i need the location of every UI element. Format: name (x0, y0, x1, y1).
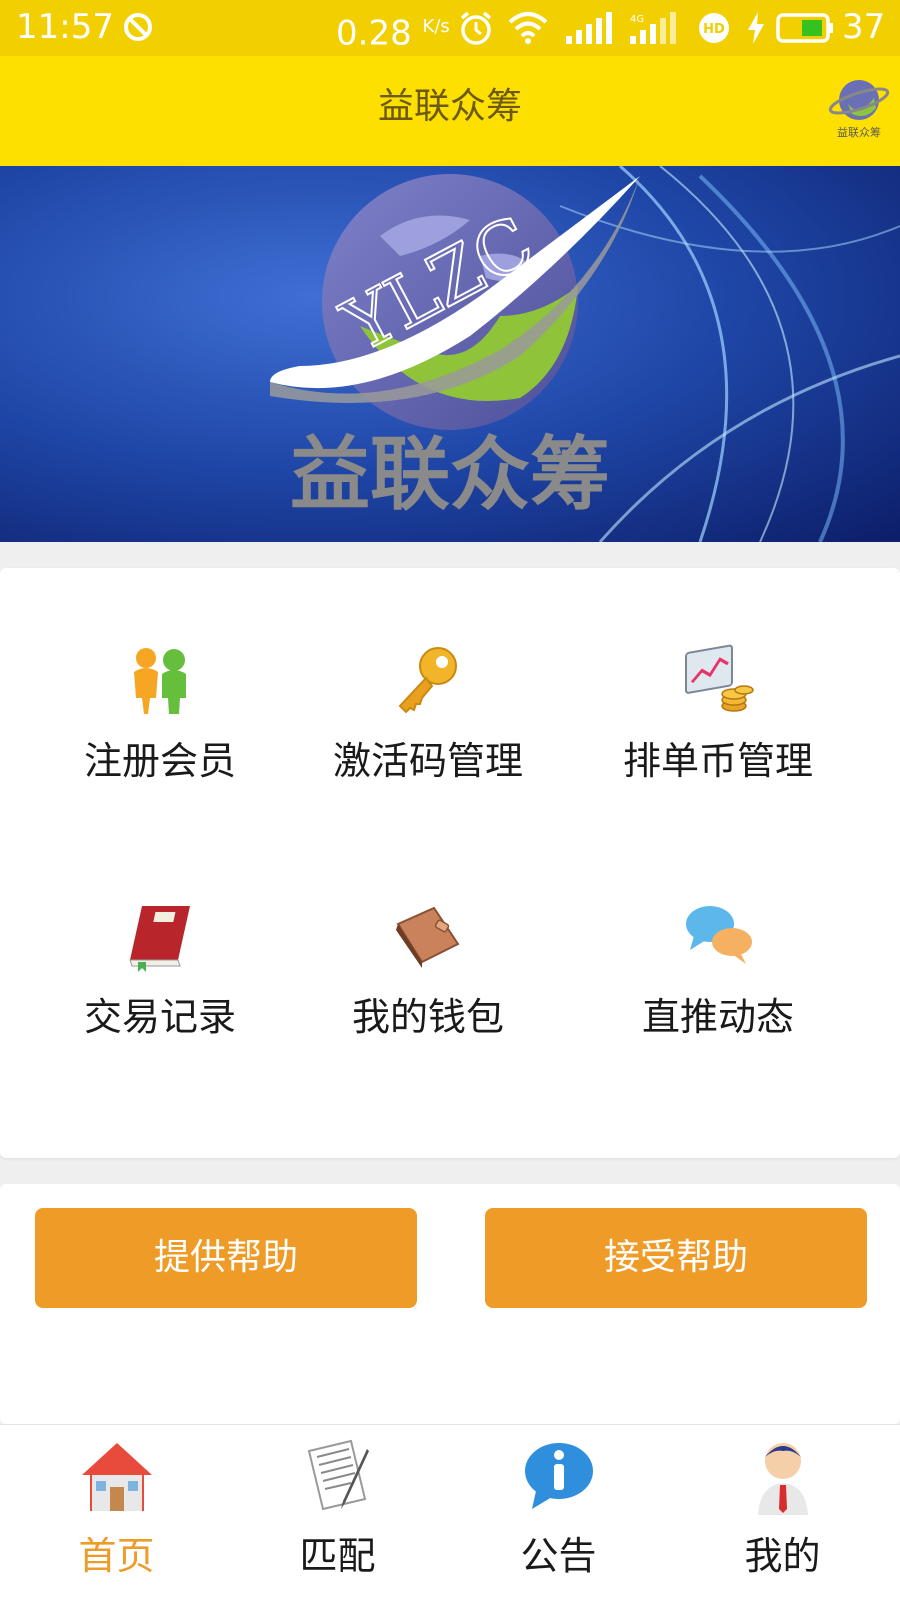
menu-item-label: 我的钱包 (351, 995, 504, 1039)
nav-item-label: 我的 (744, 1534, 821, 1578)
network-speed-unit: K/s (422, 16, 450, 37)
app-logo-text: 益联众筹 (837, 125, 881, 139)
hd-voice-icon: HD (699, 13, 729, 43)
menu-item-label: 排单币管理 (622, 739, 813, 783)
menu-grid: 注册会员 激活码管理 排单币管理 交易记录 我的钱包 直推动态 (0, 568, 900, 1158)
signal-4g-icon: 4G (630, 12, 676, 44)
alarm-icon (460, 11, 492, 45)
app-bar: 益联众筹 益联众筹 (0, 56, 900, 166)
chart-coins-icon (685, 644, 754, 712)
banner-title: 益联众筹 (290, 428, 610, 521)
nav-item-profile[interactable]: 我的 (670, 1425, 895, 1600)
svg-text:HD: HD (703, 22, 725, 37)
hero-banner[interactable]: YLZC 益联众筹 (0, 166, 900, 542)
nav-item-home[interactable]: 首页 (4, 1425, 229, 1600)
status-bar: 11:57 0.28 K/s 4G HD 37 (0, 0, 900, 56)
book-icon (129, 906, 190, 972)
network-type-label: 4G (630, 14, 644, 25)
wallet-icon (396, 906, 460, 968)
info-icon (525, 1443, 593, 1509)
network-speed: 0.28 K/s (336, 4, 450, 56)
network-speed-value: 0.28 (336, 13, 412, 54)
app-logo[interactable]: 益联众筹 (826, 74, 892, 140)
status-time: 11:57 (16, 7, 114, 47)
profile-icon (758, 1443, 808, 1515)
document-icon (307, 1439, 369, 1511)
nav-item-label: 匹配 (299, 1534, 376, 1578)
menu-item-label: 直推动态 (641, 995, 794, 1039)
key-icon (398, 647, 457, 714)
accept-help-button[interactable]: 接受帮助 (485, 1208, 867, 1308)
battery-level: 37 (842, 7, 886, 47)
app-title: 益联众筹 (377, 86, 522, 127)
bottom-navigation: 首页 匹配 公告 我的 (0, 1424, 900, 1600)
banner-image: YLZC 益联众筹 (0, 166, 900, 542)
nav-item-label: 公告 (520, 1534, 597, 1578)
nav-item-announcement[interactable]: 公告 (446, 1425, 671, 1600)
provide-help-button[interactable]: 提供帮助 (35, 1208, 417, 1308)
nav-item-match[interactable]: 匹配 (225, 1425, 450, 1600)
users-icon (134, 648, 186, 714)
wifi-icon (508, 12, 548, 44)
action-panel: 提供帮助 接受帮助 (0, 1184, 900, 1424)
signal-icon (566, 12, 612, 44)
menu-item-label: 交易记录 (83, 995, 236, 1039)
menu-item-label: 注册会员 (83, 739, 236, 783)
battery-icon (776, 13, 833, 43)
nav-item-label: 首页 (78, 1534, 155, 1578)
menu-item-label: 激活码管理 (332, 739, 523, 783)
home-icon (82, 1443, 152, 1511)
do-not-disturb-icon (124, 13, 152, 41)
chat-bubbles-icon (686, 906, 752, 964)
charging-icon (748, 12, 764, 44)
